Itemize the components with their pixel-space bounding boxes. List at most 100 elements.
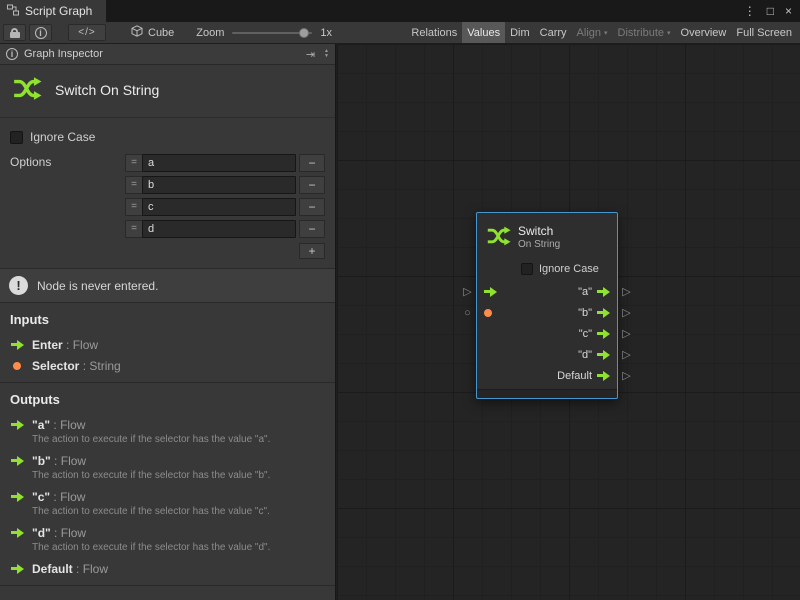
- output-port-default[interactable]: ▷: [618, 366, 635, 387]
- distribute-button[interactable]: Distribute ▾: [613, 22, 676, 43]
- flow-port-icon[interactable]: [597, 371, 610, 381]
- switch-on-string-icon: [12, 75, 42, 105]
- drag-handle-icon[interactable]: =: [125, 154, 142, 172]
- ignore-case-label: Ignore Case: [30, 130, 95, 144]
- node-subtitle: On String: [518, 239, 560, 250]
- output-port-a[interactable]: ▷: [618, 282, 635, 303]
- port-name: Default: [32, 562, 73, 576]
- tab-label: Script Graph: [25, 4, 92, 18]
- drag-handle-icon[interactable]: =: [125, 176, 142, 194]
- warning-icon: !: [9, 276, 28, 295]
- ignore-case-checkbox[interactable]: [10, 131, 23, 144]
- input-port-item: Selector : String: [10, 357, 325, 374]
- flow-port-icon[interactable]: [597, 308, 610, 318]
- values-button[interactable]: Values: [462, 22, 505, 43]
- flow-port-icon[interactable]: [597, 350, 610, 360]
- carry-button[interactable]: Carry: [535, 22, 572, 43]
- selector-value-icon[interactable]: [484, 309, 492, 317]
- zoom-label: Zoom: [196, 27, 224, 39]
- port-row: "d": [477, 344, 617, 365]
- node-header: Switch On String: [477, 213, 617, 257]
- remove-option-button[interactable]: −: [299, 154, 325, 172]
- output-port-b[interactable]: ▷: [618, 303, 635, 324]
- tab-script-graph[interactable]: Script Graph: [0, 0, 106, 22]
- drag-handle-icon[interactable]: =: [125, 198, 142, 216]
- outputs-header: Outputs: [10, 392, 325, 407]
- remove-option-button[interactable]: −: [299, 220, 325, 238]
- flow-port-icon: [11, 492, 24, 502]
- option-input[interactable]: [142, 198, 296, 216]
- option-row: = −: [125, 218, 325, 240]
- add-option-button[interactable]: +: [299, 243, 325, 259]
- close-icon[interactable]: ×: [785, 5, 792, 17]
- port-separator: :: [51, 454, 61, 468]
- inspected-node-title: Switch On String: [55, 82, 159, 98]
- outputs-section: Outputs "a" : Flow The action to execute…: [0, 382, 335, 585]
- option-add-row: +: [125, 243, 325, 259]
- output-port-d[interactable]: ▷: [618, 345, 635, 366]
- option-row: = −: [125, 196, 325, 218]
- option-input[interactable]: [142, 154, 296, 172]
- full-screen-button[interactable]: Full Screen: [731, 22, 797, 43]
- chevron-down-icon: ▾: [667, 29, 671, 37]
- spin-down-icon[interactable]: ▼: [324, 54, 329, 59]
- lock-button[interactable]: [3, 24, 26, 41]
- zoom-slider[interactable]: [232, 32, 312, 34]
- port-type: Flow: [73, 338, 98, 352]
- port-separator: :: [73, 562, 83, 576]
- port-label: "c": [579, 328, 592, 340]
- port-label: "d": [578, 349, 592, 361]
- option-input[interactable]: [142, 176, 296, 194]
- port-label: "b": [578, 307, 592, 319]
- graph-target[interactable]: Cube: [131, 25, 174, 40]
- node-title: Switch: [518, 224, 560, 238]
- flow-port-icon[interactable]: [597, 287, 610, 297]
- option-row: = −: [125, 152, 325, 174]
- port-name: Enter: [32, 338, 63, 352]
- scroll-arrows[interactable]: ▲ ▼: [321, 49, 332, 59]
- zoom-control: Zoom 1x: [196, 27, 332, 39]
- overview-button[interactable]: Overview: [676, 22, 732, 43]
- kebab-menu-icon[interactable]: ⋮: [744, 5, 756, 17]
- port-name: Selector: [32, 359, 79, 373]
- input-port-item: Enter : Flow: [10, 336, 325, 353]
- align-button[interactable]: Align ▾: [572, 22, 613, 43]
- port-type: Flow: [60, 418, 85, 432]
- option-input[interactable]: [142, 220, 296, 238]
- relations-button[interactable]: Relations: [406, 22, 462, 43]
- drag-handle-icon[interactable]: =: [125, 220, 142, 238]
- remove-option-button[interactable]: −: [299, 198, 325, 216]
- port-type: Flow: [61, 454, 86, 468]
- port-label: "a": [578, 286, 592, 298]
- maximize-icon[interactable]: □: [767, 5, 774, 17]
- enter-flow-icon[interactable]: [484, 287, 497, 297]
- code-view-button[interactable]: </>: [68, 24, 106, 41]
- port-name: "a": [32, 418, 50, 432]
- inputs-section: Inputs Enter : Flow Selector : String: [0, 303, 335, 382]
- align-label: Align: [577, 27, 601, 39]
- port-row: "c": [477, 323, 617, 344]
- graph-canvas[interactable]: ▷ ○ Switch On String Ignore Case: [337, 44, 800, 600]
- ignore-case-row: Ignore Case: [0, 118, 335, 144]
- warning-text: Node is never entered.: [37, 279, 158, 293]
- node-ignore-case-row: Ignore Case: [477, 257, 617, 281]
- dock-icon[interactable]: ⇥: [306, 48, 315, 61]
- enter-port[interactable]: ▷: [459, 282, 476, 303]
- port-name: "b": [32, 454, 51, 468]
- lock-icon: [10, 28, 20, 38]
- remove-option-button[interactable]: −: [299, 176, 325, 194]
- code-icon: </>: [78, 27, 95, 38]
- zoom-slider-thumb[interactable]: [299, 28, 309, 38]
- node-body[interactable]: Switch On String Ignore Case "a" "b": [476, 212, 618, 399]
- dim-button[interactable]: Dim: [505, 22, 535, 43]
- node-ignore-case-checkbox[interactable]: [521, 263, 533, 275]
- selector-port[interactable]: ○: [459, 303, 476, 324]
- port-row: "a": [477, 281, 617, 302]
- inspector-toggle-button[interactable]: i: [29, 24, 52, 41]
- port-separator: :: [50, 490, 60, 504]
- output-port-c[interactable]: ▷: [618, 324, 635, 345]
- switch-on-string-node[interactable]: ▷ ○ Switch On String Ignore Case: [459, 212, 635, 399]
- port-name: "c": [32, 490, 50, 504]
- port-separator: :: [51, 526, 61, 540]
- flow-port-icon[interactable]: [597, 329, 610, 339]
